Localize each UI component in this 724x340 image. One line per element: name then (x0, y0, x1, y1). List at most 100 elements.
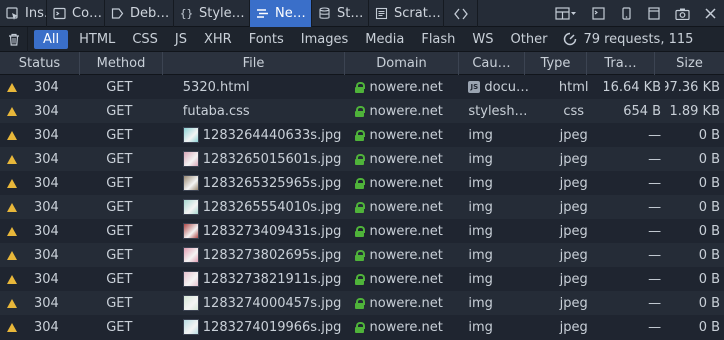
table-row[interactable]: 304 GET futaba.css nowere.net stylesh… css 654… (0, 99, 724, 123)
tab-label: Ne… (275, 6, 306, 21)
tab-label: Scrat… (394, 6, 441, 21)
file-name: 1283274019966s.jpg (202, 319, 342, 335)
column-domain[interactable]: Domain (345, 51, 459, 75)
table-row[interactable]: 304 GET 1283273802695s.jpg nowere.net img jpe… (0, 243, 724, 267)
cause-text: img (468, 319, 493, 335)
warning-icon (6, 219, 18, 243)
file-cell: futaba.css (166, 99, 349, 123)
table-row[interactable]: 304 GET 5320.html nowere.net JS docu… html 16.6… (0, 75, 724, 99)
table-row[interactable]: 304 GET 1283265325965s.jpg nowere.net img jpe… (0, 171, 724, 195)
file-cell: 1283265015601s.jpg (166, 147, 349, 171)
tab-style-editor[interactable]: {} Style… (174, 0, 250, 27)
inspector-icon (5, 6, 20, 21)
filter-all[interactable]: All (34, 29, 69, 49)
dock-layout-icon[interactable] (548, 0, 584, 27)
size-cell: 0 B (698, 175, 721, 191)
column-transferred[interactable]: Tra… (587, 51, 655, 75)
cause-cell: img (461, 147, 543, 171)
filter-bar: All HTML CSS JS XHR Fonts Images Media F… (0, 26, 724, 52)
domain-cell: nowere.net (349, 171, 462, 195)
screenshot-icon[interactable] (668, 0, 696, 27)
split-console-icon[interactable] (584, 0, 612, 27)
lock-icon (354, 129, 365, 141)
scratchpad-icon (374, 6, 389, 21)
file-cell: 1283274019966s.jpg (166, 315, 349, 339)
size-cell: 0 B (698, 271, 721, 287)
warning-icon (6, 291, 18, 315)
close-icon[interactable] (696, 0, 724, 27)
filter-other[interactable]: Other (505, 30, 554, 49)
domain-name: nowere.net (369, 319, 443, 335)
column-status[interactable]: Status (0, 51, 80, 75)
table-row[interactable]: 304 GET 1283274000457s.jpg nowere.net img jpe… (0, 291, 724, 315)
tab-label: St… (337, 6, 364, 21)
image-thumbnail (182, 295, 199, 311)
column-size[interactable]: Size (655, 52, 724, 75)
lock-icon (354, 249, 365, 261)
filter-html[interactable]: HTML (73, 30, 121, 49)
table-row[interactable]: 304 GET 1283273409431s.jpg nowere.net img jpe… (0, 219, 724, 243)
tab-scratchpad[interactable]: Scrat… (369, 0, 444, 27)
filter-xhr[interactable]: XHR (198, 30, 238, 49)
size-cell: 0 B (698, 151, 721, 167)
table-row[interactable]: 304 GET 1283265015601s.jpg nowere.net img jpe… (0, 147, 724, 171)
tab-debugger[interactable]: Deb… (105, 0, 174, 27)
filter-fonts[interactable]: Fonts (243, 30, 290, 49)
lock-icon (354, 225, 365, 237)
domain-name: nowere.net (369, 103, 443, 119)
domain-cell: nowere.net (349, 243, 462, 267)
status-cell: 304 (33, 271, 59, 287)
request-summary: 79 requests, 115 (562, 32, 693, 47)
lock-icon (354, 153, 365, 165)
type-cell: jpeg (559, 247, 588, 263)
column-file[interactable]: File (163, 51, 345, 75)
storage-icon (317, 6, 332, 21)
column-method[interactable]: Method (80, 51, 163, 75)
cause-text: img (468, 271, 493, 287)
domain-name: nowere.net (369, 295, 443, 311)
transferred-cell: — (648, 295, 662, 311)
transferred-cell: — (648, 271, 662, 287)
tab-console[interactable]: Co… (47, 0, 105, 27)
type-cell: jpeg (559, 199, 588, 215)
warning-icon (6, 147, 18, 171)
table-row[interactable]: 304 GET 1283274019966s.jpg nowere.net img jpe… (0, 315, 724, 339)
options-icon[interactable] (640, 0, 668, 27)
tab-network[interactable]: Ne… (250, 0, 312, 27)
image-thumbnail (182, 127, 199, 143)
responsive-mode-icon[interactable] (612, 0, 640, 27)
filter-css[interactable]: CSS (126, 30, 164, 49)
filter-flash[interactable]: Flash (415, 30, 461, 49)
column-type[interactable]: Type (525, 51, 587, 75)
lock-icon (354, 177, 365, 189)
filter-ws[interactable]: WS (466, 30, 499, 49)
transferred-cell: — (648, 127, 662, 143)
tab-inspector[interactable]: Ins… (0, 0, 47, 27)
domain-name: nowere.net (369, 223, 443, 239)
transferred-cell: — (648, 247, 662, 263)
filter-images[interactable]: Images (295, 30, 355, 49)
lock-icon (354, 81, 365, 93)
trash-icon[interactable] (0, 26, 28, 52)
filter-js[interactable]: JS (169, 30, 193, 49)
table-row[interactable]: 304 GET 1283264440633s.jpg nowere.net img jpe… (0, 123, 724, 147)
cause-text: img (468, 247, 493, 263)
domain-cell: nowere.net (349, 147, 462, 171)
image-thumbnail (182, 223, 199, 239)
file-cell: 1283264440633s.jpg (166, 123, 349, 147)
code-icon[interactable] (444, 0, 478, 27)
file-name: 1283273821911s.jpg (202, 271, 342, 287)
filter-media[interactable]: Media (359, 30, 410, 49)
column-cause[interactable]: Cau… (459, 51, 525, 75)
size-cell: 0 B (698, 319, 721, 335)
domain-name: nowere.net (369, 271, 443, 287)
status-cell: 304 (33, 247, 59, 263)
tab-storage[interactable]: St… (312, 0, 369, 27)
warning-icon (6, 243, 18, 267)
table-row[interactable]: 304 GET 1283265554010s.jpg nowere.net img jpe… (0, 195, 724, 219)
transferred-cell: — (648, 199, 662, 215)
table-row[interactable]: 304 GET 1283273821911s.jpg nowere.net img jpe… (0, 267, 724, 291)
domain-name: nowere.net (369, 127, 443, 143)
method-cell: GET (106, 223, 133, 239)
status-cell: 304 (33, 127, 59, 143)
